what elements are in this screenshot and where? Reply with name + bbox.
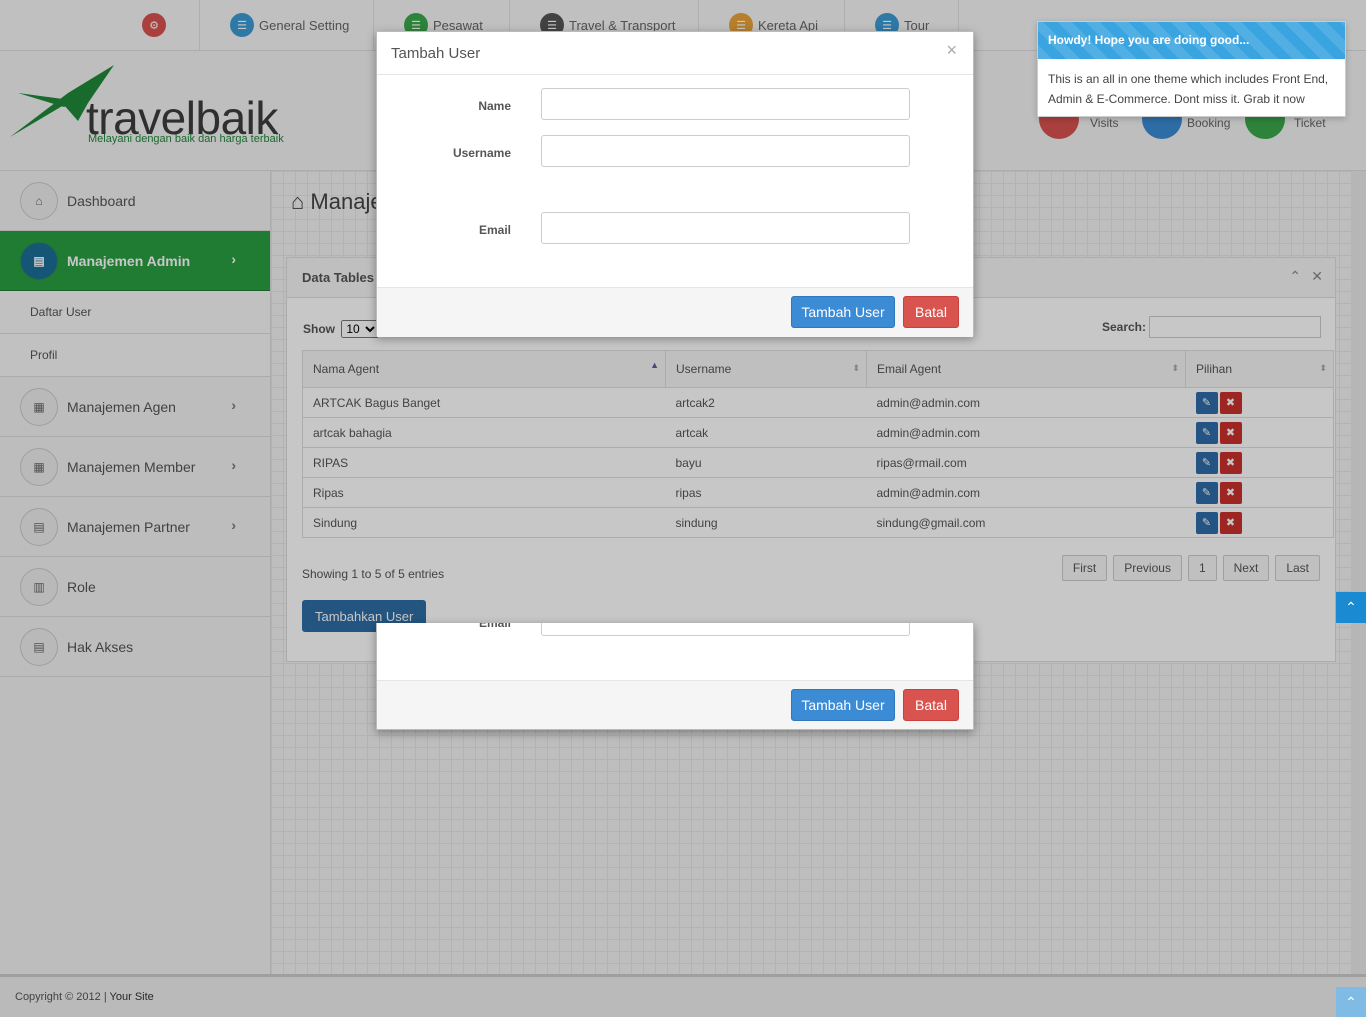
scroll-top-icon[interactable]: ⌃: [1336, 987, 1366, 1017]
add-user-modal: Tambah User × Name Username Email Tambah…: [376, 31, 974, 337]
modal-footer: Tambah User Batal: [377, 287, 973, 337]
submit-button[interactable]: Tambah User: [791, 689, 895, 721]
email-input[interactable]: [541, 623, 910, 636]
notification-popup: Howdy! Hope you are doing good... This i…: [1037, 21, 1346, 117]
email-label: Email: [478, 223, 511, 237]
notification-body: This is an all in one theme which includ…: [1048, 72, 1329, 106]
username-input[interactable]: [541, 135, 910, 167]
submit-button[interactable]: Tambah User: [791, 296, 895, 328]
close-icon[interactable]: ×: [946, 40, 957, 61]
cancel-button[interactable]: Batal: [903, 296, 959, 328]
email-label: Email: [478, 623, 511, 630]
modal-title: Tambah User: [391, 45, 481, 62]
username-label: Username: [452, 146, 511, 160]
add-user-modal-ghost: Email Tambah User Batal: [376, 623, 974, 730]
scroll-top-icon[interactable]: ⌃: [1336, 592, 1366, 623]
modal-footer: Tambah User Batal: [377, 680, 973, 729]
name-label: Name: [478, 99, 511, 113]
email-input[interactable]: [541, 212, 910, 244]
modal-header: Tambah User ×: [377, 32, 973, 75]
notification-title: Howdy! Hope you are doing good...: [1038, 22, 1345, 59]
name-input[interactable]: [541, 88, 910, 120]
cancel-button[interactable]: Batal: [903, 689, 959, 721]
